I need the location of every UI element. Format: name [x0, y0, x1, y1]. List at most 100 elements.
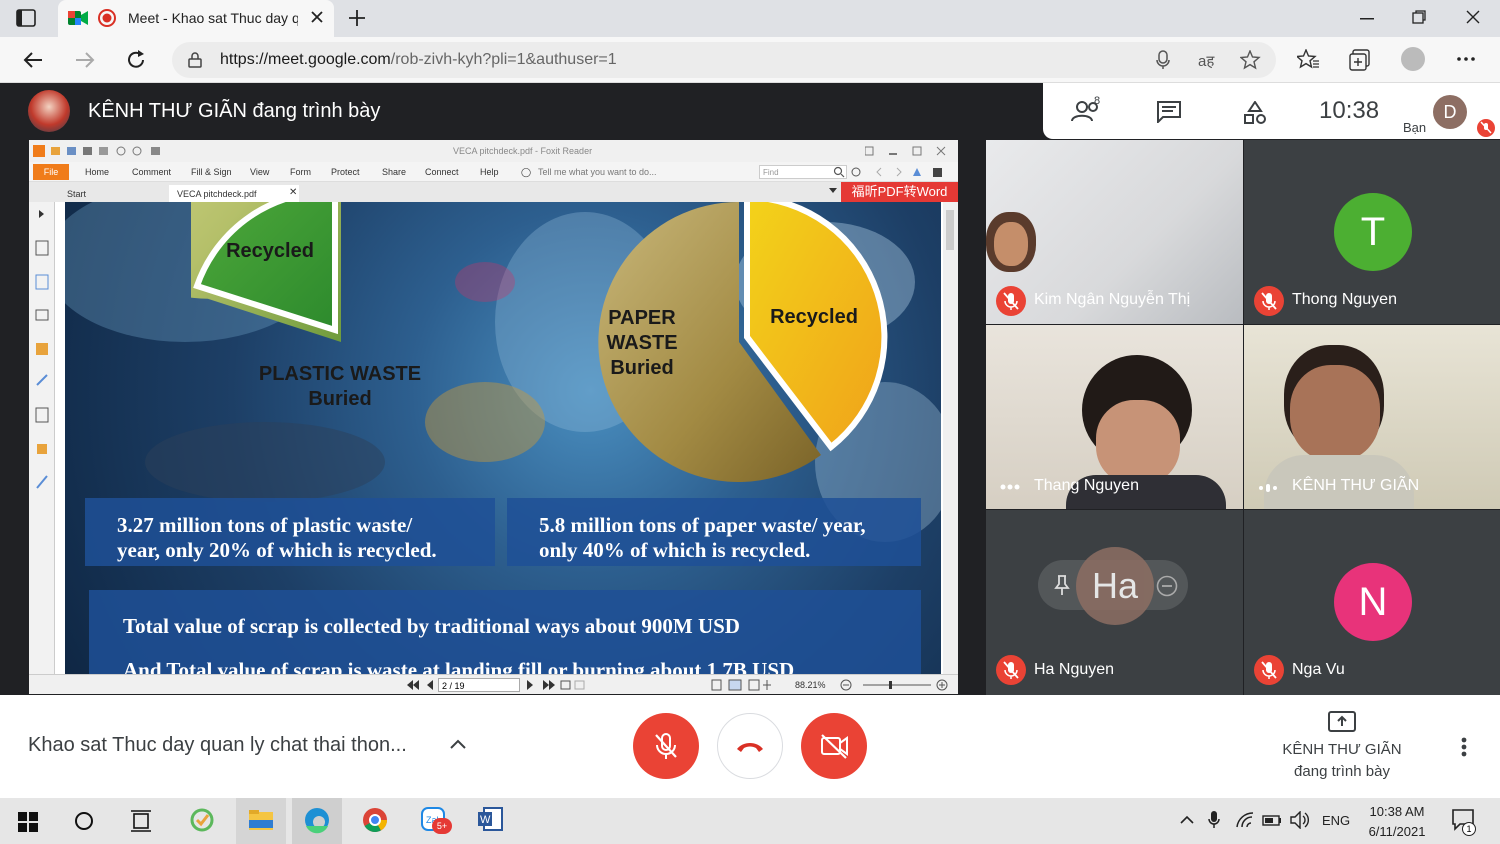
more-options-icon[interactable] — [1461, 737, 1467, 757]
input-language[interactable]: ENG — [1322, 813, 1350, 828]
menu-form[interactable]: Form — [290, 167, 311, 177]
zoom-slider[interactable] — [839, 679, 949, 691]
profile-avatar[interactable] — [1401, 47, 1425, 71]
participant-tile[interactable]: KÊNH THƯ GIÃN — [1244, 325, 1500, 509]
tell-me-search[interactable]: Tell me what you want to do... — [538, 167, 657, 177]
tray-microphone-icon[interactable] — [1208, 810, 1220, 830]
present-now-icon[interactable] — [1328, 711, 1356, 733]
participant-name: Thang Nguyen — [1034, 477, 1139, 494]
speaking-indicator-icon — [1000, 484, 1020, 490]
find-search-icon[interactable] — [833, 166, 845, 178]
plastic-stat-box: 3.27 million tons of plastic waste/year,… — [85, 498, 495, 566]
ad-banner[interactable]: 福昕PDF转Word — [841, 182, 958, 202]
search-circle-icon[interactable] — [74, 811, 94, 831]
view-mode-icons[interactable] — [711, 679, 781, 691]
foxit-window-controls[interactable] — [865, 145, 949, 157]
favorites-icon[interactable] — [1297, 49, 1319, 69]
edge-browser-button[interactable] — [292, 798, 342, 844]
app-icon-green[interactable] — [190, 808, 214, 832]
menu-fill-sign[interactable]: Fill & Sign — [191, 167, 232, 177]
tray-clock[interactable]: 10:38 AM 6/11/2021 — [1360, 802, 1434, 842]
task-view-icon[interactable] — [130, 810, 152, 832]
url-text[interactable]: https://meet.google.com/rob-zivh-kyh?pli… — [220, 51, 617, 69]
participant-name: Kim Ngân Nguyễn Thị — [1034, 291, 1191, 308]
tray-chevron-up-icon[interactable] — [1180, 814, 1194, 824]
collections-icon[interactable] — [1349, 49, 1371, 71]
dropdown-arrow-icon[interactable] — [829, 188, 837, 194]
pdf-slide: Recycled PLASTIC WASTE Buried PAPER WASTE B… — [65, 202, 941, 674]
restore-icon[interactable] — [1412, 10, 1426, 24]
chevron-up-icon[interactable] — [450, 739, 466, 749]
windows-taskbar: Zalo 5+ W ENG 10:38 AM 6/11/2021 1 — [0, 798, 1500, 844]
ribbon-tools-icons[interactable] — [851, 166, 955, 178]
doc-tab-close-icon[interactable]: ✕ — [289, 187, 297, 198]
file-explorer-button[interactable] — [236, 798, 286, 844]
meet-stage: KÊNH THƯ GIÃN đang trình bày 8 10:38 D B… — [0, 83, 1500, 695]
scroll-thumb[interactable] — [946, 210, 954, 250]
close-window-icon[interactable] — [1466, 10, 1480, 24]
lock-icon[interactable] — [188, 52, 202, 68]
tab-actions-icon[interactable] — [16, 9, 36, 27]
chat-icon[interactable] — [1157, 101, 1181, 123]
favorite-add-icon[interactable] — [1240, 50, 1262, 70]
paper-stat-box: 5.8 million tons of paper waste/ year, on… — [507, 498, 921, 566]
zoom-level[interactable]: 88.21% — [795, 680, 826, 690]
word-button[interactable]: W — [466, 798, 516, 844]
participant-tile[interactable]: Kim Ngân Nguyễn Thị — [986, 140, 1243, 324]
close-tab-icon[interactable] — [310, 10, 324, 24]
camera-off-button[interactable] — [801, 713, 867, 779]
menu-file[interactable]: File — [33, 164, 69, 180]
participant-avatar: Ha — [1076, 547, 1154, 625]
menu-help[interactable]: Help — [480, 167, 499, 177]
activities-icon[interactable] — [1243, 101, 1267, 125]
menu-protect[interactable]: Protect — [331, 167, 360, 177]
more-menu-icon[interactable] — [1457, 57, 1475, 61]
mute-mic-button[interactable] — [633, 713, 699, 779]
browser-toolbar: https://meet.google.com/rob-zivh-kyh?pli… — [0, 37, 1500, 83]
presenter-avatar — [28, 90, 70, 132]
participant-tile[interactable]: T Thong Nguyen — [1244, 140, 1500, 324]
address-bar[interactable]: https://meet.google.com/rob-zivh-kyh?pli… — [172, 42, 1276, 78]
page-nav-prev-icons[interactable] — [405, 680, 435, 690]
menu-connect[interactable]: Connect — [425, 167, 459, 177]
wifi-icon[interactable] — [1236, 812, 1254, 828]
participant-tile[interactable]: Thang Nguyen — [986, 325, 1243, 509]
browser-tab-meet[interactable]: Meet - Khao sat Thuc day q — [58, 0, 334, 37]
remove-icon[interactable] — [1156, 575, 1178, 597]
new-tab-icon[interactable] — [347, 8, 367, 28]
back-icon[interactable] — [22, 50, 44, 70]
page-number-input[interactable]: 2 / 19 — [438, 678, 520, 692]
windows-start-icon[interactable] — [18, 812, 38, 832]
battery-icon[interactable] — [1262, 815, 1282, 826]
doc-tab-start[interactable]: Start — [59, 185, 94, 202]
participant-face — [1290, 365, 1380, 461]
menu-home[interactable]: Home — [85, 167, 109, 177]
participant-name: KÊNH THƯ GIÃN — [1292, 477, 1420, 494]
foxit-menu-bar: File Home Comment Fill & Sign View Form … — [29, 162, 958, 182]
forward-icon[interactable] — [74, 50, 96, 70]
pin-icon[interactable] — [1054, 574, 1070, 596]
participant-tile[interactable]: N Nga Vu — [1244, 510, 1500, 695]
menu-comment[interactable]: Comment — [132, 167, 171, 177]
panel-tool-icons[interactable] — [35, 240, 51, 490]
foxit-status-bar: 2 / 19 88.21% — [29, 674, 958, 694]
meeting-title[interactable]: Khao sat Thuc day quan ly chat thai thon… — [28, 734, 407, 757]
pdf-vertical-scrollbar[interactable] — [943, 202, 958, 674]
presenter-bar: KÊNH THƯ GIÃN đang trình bày — [0, 83, 1040, 139]
participant-tile[interactable]: Ha Ha Nguyen — [986, 510, 1243, 695]
doc-tab-pitchdeck[interactable]: VECA pitchdeck.pdf — [169, 185, 299, 202]
zalo-button[interactable]: Zalo 5+ — [408, 798, 458, 844]
translate-icon[interactable]: aह — [1198, 51, 1214, 71]
chrome-button[interactable] — [350, 798, 400, 844]
refresh-icon[interactable] — [125, 49, 147, 71]
minimize-icon[interactable] — [1360, 18, 1374, 20]
page-nav-next-icons[interactable] — [525, 680, 585, 690]
microphone-icon[interactable] — [1156, 50, 1170, 70]
panel-expand-icon[interactable] — [38, 210, 46, 218]
menu-view[interactable]: View — [250, 167, 269, 177]
leave-call-button[interactable] — [717, 713, 783, 779]
volume-icon[interactable] — [1290, 811, 1310, 829]
menu-share[interactable]: Share — [382, 167, 406, 177]
tab-title: Meet - Khao sat Thuc day q — [128, 10, 298, 26]
foxit-window-title: VECA pitchdeck.pdf - Foxit Reader — [453, 146, 593, 156]
